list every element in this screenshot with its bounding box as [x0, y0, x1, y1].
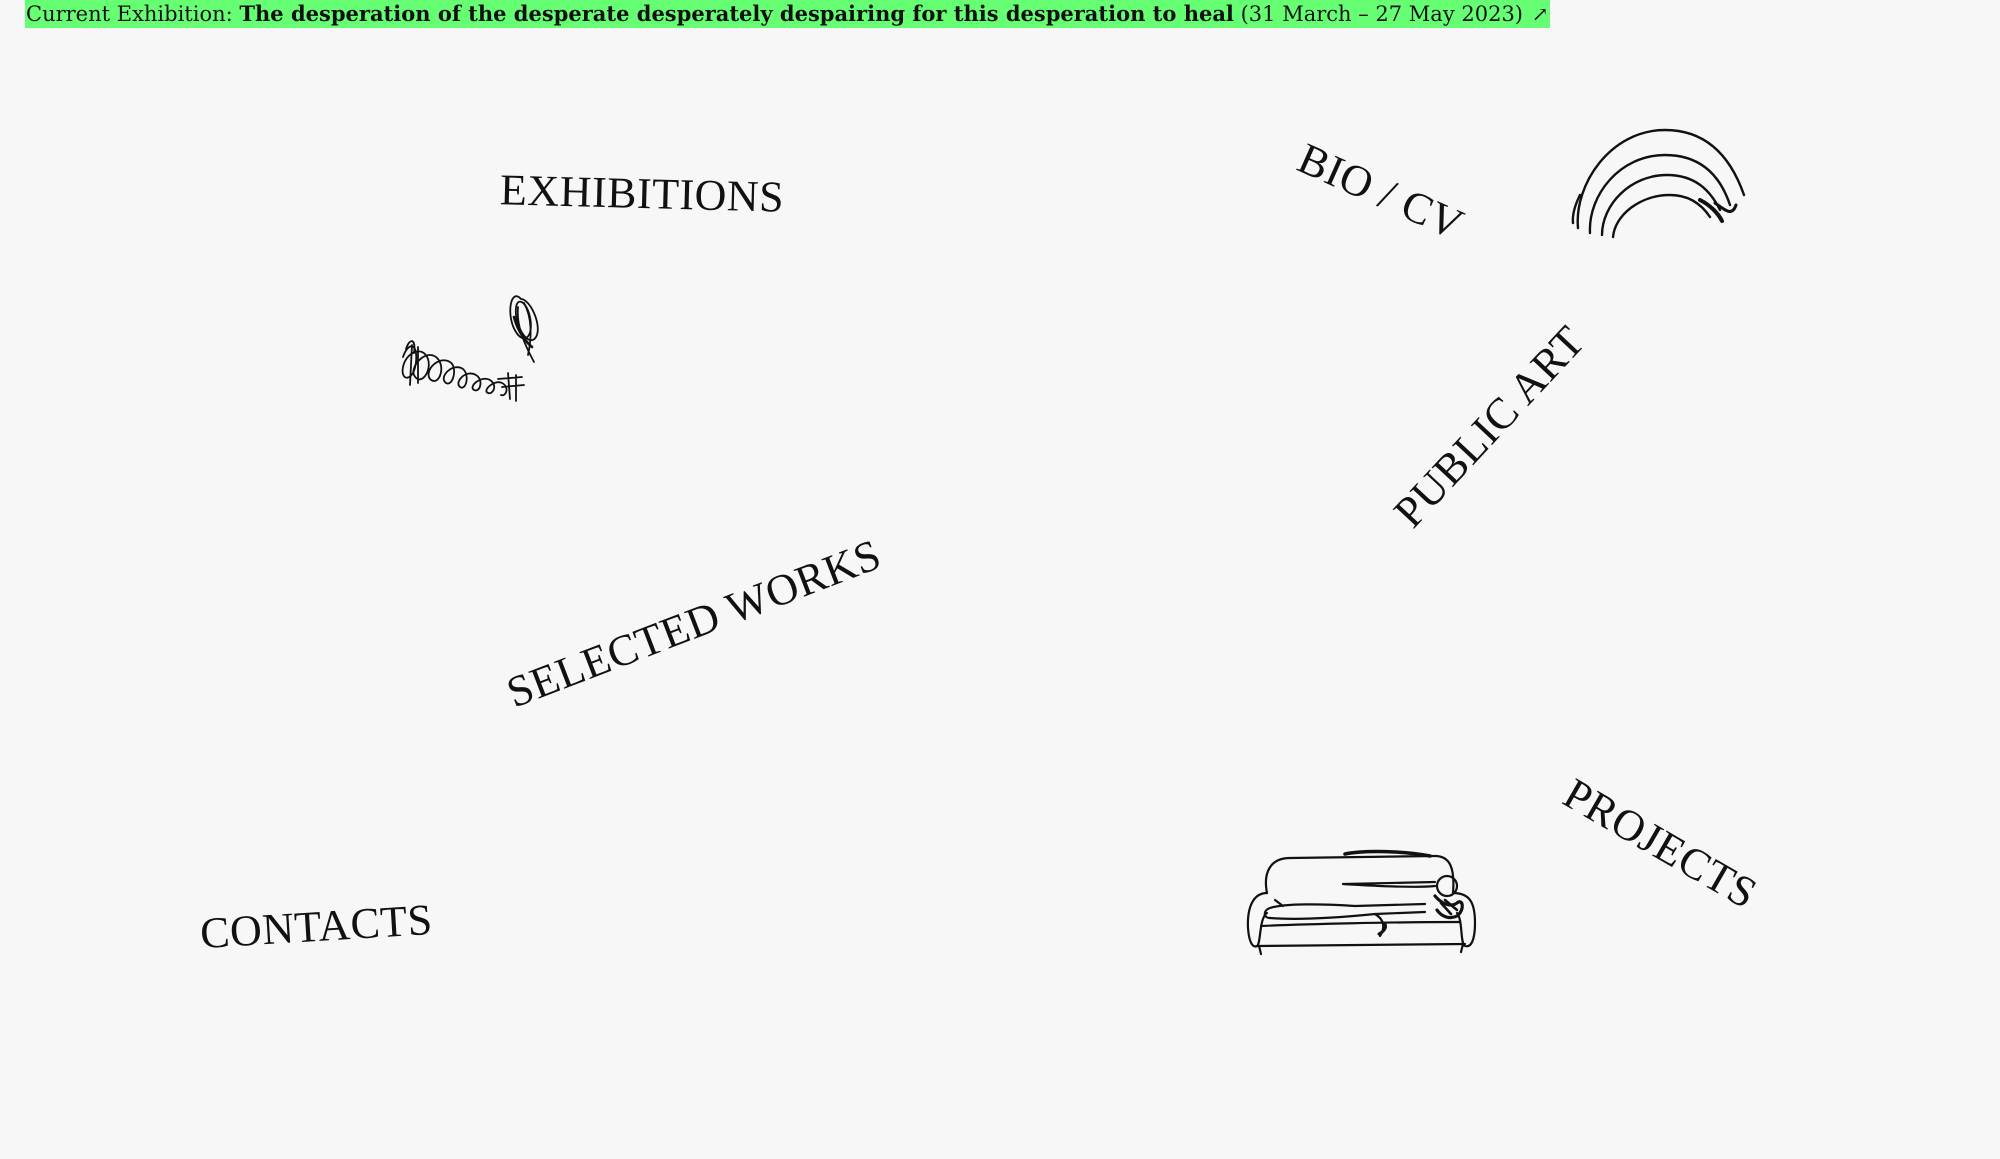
current-exhibition-banner[interactable]: Current Exhibition: The desperation of t…: [25, 0, 1551, 28]
nav-link-exhibitions[interactable]: EXHIBITIONS: [499, 165, 784, 221]
nav-link-public-art[interactable]: PUBLIC ART: [1384, 317, 1594, 537]
scribble-drawing-icon[interactable]: [398, 287, 568, 417]
banner-prefix: Current Exhibition:: [26, 2, 233, 26]
nav-link-bio-cv[interactable]: BIO / CV: [1291, 134, 1471, 250]
banner-exhibition-title: The desperation of the desperate despera…: [239, 1, 1234, 26]
rainbow-drawing-icon[interactable]: [1570, 125, 1750, 240]
person-on-sofa-drawing-icon[interactable]: [1245, 848, 1480, 958]
nav-link-contacts[interactable]: CONTACTS: [199, 895, 434, 958]
external-link-arrow-icon: ↗: [1531, 2, 1549, 26]
nav-link-selected-works[interactable]: SELECTED WORKS: [500, 530, 887, 718]
banner-dates: (31 March – 27 May 2023): [1240, 2, 1523, 26]
nav-link-projects[interactable]: PROJECTS: [1555, 769, 1765, 919]
